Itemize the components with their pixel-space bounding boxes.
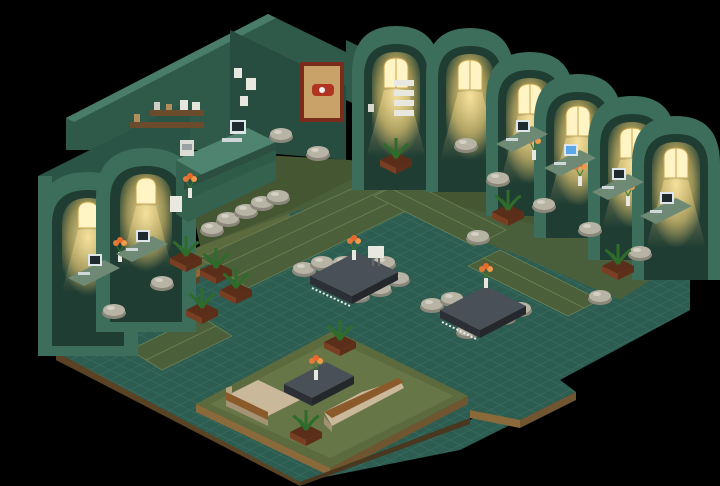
rock-stool[interactable] — [466, 230, 490, 245]
rock-stool[interactable] — [102, 304, 126, 319]
left-arch-wall — [38, 148, 196, 356]
rock-stool[interactable] — [578, 222, 602, 237]
menu-board — [170, 196, 182, 212]
pillar — [38, 176, 52, 356]
rock-stool[interactable] — [269, 128, 293, 143]
rock-stool[interactable] — [532, 198, 556, 213]
rock-stool[interactable] — [150, 276, 174, 291]
rock-stool[interactable] — [454, 138, 478, 153]
wall-poster — [300, 62, 344, 122]
rock-stool[interactable] — [588, 290, 612, 305]
rock-stool[interactable] — [486, 172, 510, 187]
rock-stool[interactable] — [266, 190, 290, 205]
rock-stool[interactable] — [628, 246, 652, 261]
light-switch[interactable] — [368, 104, 374, 112]
rock-stool[interactable] — [306, 146, 330, 161]
room-scene — [38, 14, 720, 486]
coffee-machine-icon[interactable] — [180, 140, 194, 156]
